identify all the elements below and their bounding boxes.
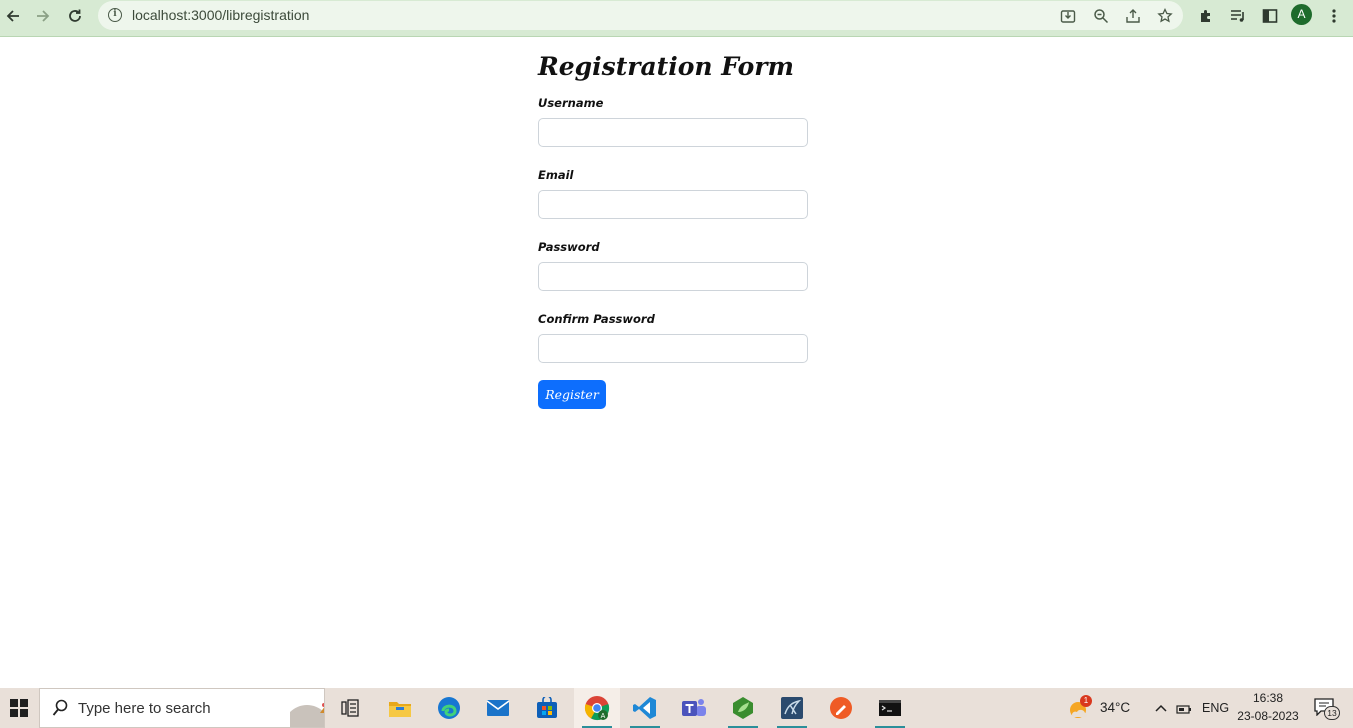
- zoom-icon[interactable]: [1091, 6, 1111, 26]
- back-icon[interactable]: [1, 6, 25, 26]
- windows-logo-icon: [10, 699, 28, 717]
- form-title: Registration Form: [538, 52, 794, 81]
- windows-taskbar: Type here to search A 1 34°C ENG 16:38 2…: [0, 688, 1353, 728]
- reload-icon[interactable]: [63, 6, 87, 26]
- email-label: Email: [538, 168, 574, 182]
- url-text[interactable]: localhost:3000/libregistration: [132, 7, 309, 23]
- weather-badge: 1: [1080, 695, 1092, 707]
- spring-tools-icon[interactable]: [720, 688, 766, 728]
- taskbar-search-box[interactable]: Type here to search: [39, 688, 325, 728]
- password-label: Password: [538, 240, 600, 254]
- forward-icon[interactable]: [31, 6, 55, 26]
- share-icon[interactable]: [1123, 6, 1143, 26]
- username-label: Username: [538, 96, 604, 110]
- chevron-up-icon[interactable]: [1152, 699, 1170, 717]
- mysql-workbench-icon[interactable]: [769, 688, 815, 728]
- confirm-password-label: Confirm Password: [538, 312, 655, 326]
- extensions-icon[interactable]: [1195, 5, 1217, 27]
- mail-icon[interactable]: [475, 688, 521, 728]
- store-icon[interactable]: [524, 688, 570, 728]
- page-content: Registration Form Username Email Passwor…: [0, 38, 1353, 688]
- clock-date[interactable]: 23-08-2023: [1236, 709, 1300, 723]
- install-app-icon[interactable]: [1058, 6, 1078, 26]
- start-button[interactable]: [0, 688, 38, 728]
- task-view-icon[interactable]: [327, 688, 373, 728]
- username-field[interactable]: [538, 118, 808, 147]
- search-icon: [52, 699, 68, 716]
- side-panel-icon[interactable]: [1259, 5, 1281, 27]
- terminal-icon[interactable]: [867, 688, 913, 728]
- browser-toolbar: i localhost:3000/libregistration A: [0, 0, 1353, 37]
- profile-avatar[interactable]: A: [1291, 4, 1312, 25]
- chrome-icon[interactable]: A: [574, 688, 620, 728]
- search-placeholder: Type here to search: [78, 700, 211, 717]
- bookmark-star-icon[interactable]: [1155, 6, 1175, 26]
- edge-browser-icon[interactable]: [426, 688, 472, 728]
- postman-icon[interactable]: [818, 688, 864, 728]
- svg-text:A: A: [601, 713, 606, 720]
- clock-time[interactable]: 16:38: [1240, 691, 1296, 705]
- registration-form: Registration Form Username Email Passwor…: [538, 50, 808, 409]
- teams-icon[interactable]: [671, 688, 717, 728]
- email-field[interactable]: [538, 190, 808, 219]
- vscode-icon[interactable]: [622, 688, 668, 728]
- menu-kebab-icon[interactable]: [1323, 5, 1345, 27]
- battery-icon[interactable]: [1176, 700, 1194, 718]
- file-explorer-icon[interactable]: [377, 688, 423, 728]
- weather-temperature[interactable]: 34°C: [1100, 700, 1130, 715]
- register-button[interactable]: Register: [538, 380, 606, 409]
- password-field[interactable]: [538, 262, 808, 291]
- notification-count: 13: [1324, 706, 1340, 720]
- info-icon[interactable]: i: [108, 8, 122, 22]
- language-indicator[interactable]: ENG: [1202, 701, 1229, 715]
- search-highlight-icon: [290, 703, 324, 727]
- confirm-password-field[interactable]: [538, 334, 808, 363]
- notifications-icon[interactable]: 13: [1312, 698, 1340, 720]
- address-bar[interactable]: i localhost:3000/libregistration: [98, 1, 1183, 30]
- media-control-icon[interactable]: [1227, 5, 1249, 27]
